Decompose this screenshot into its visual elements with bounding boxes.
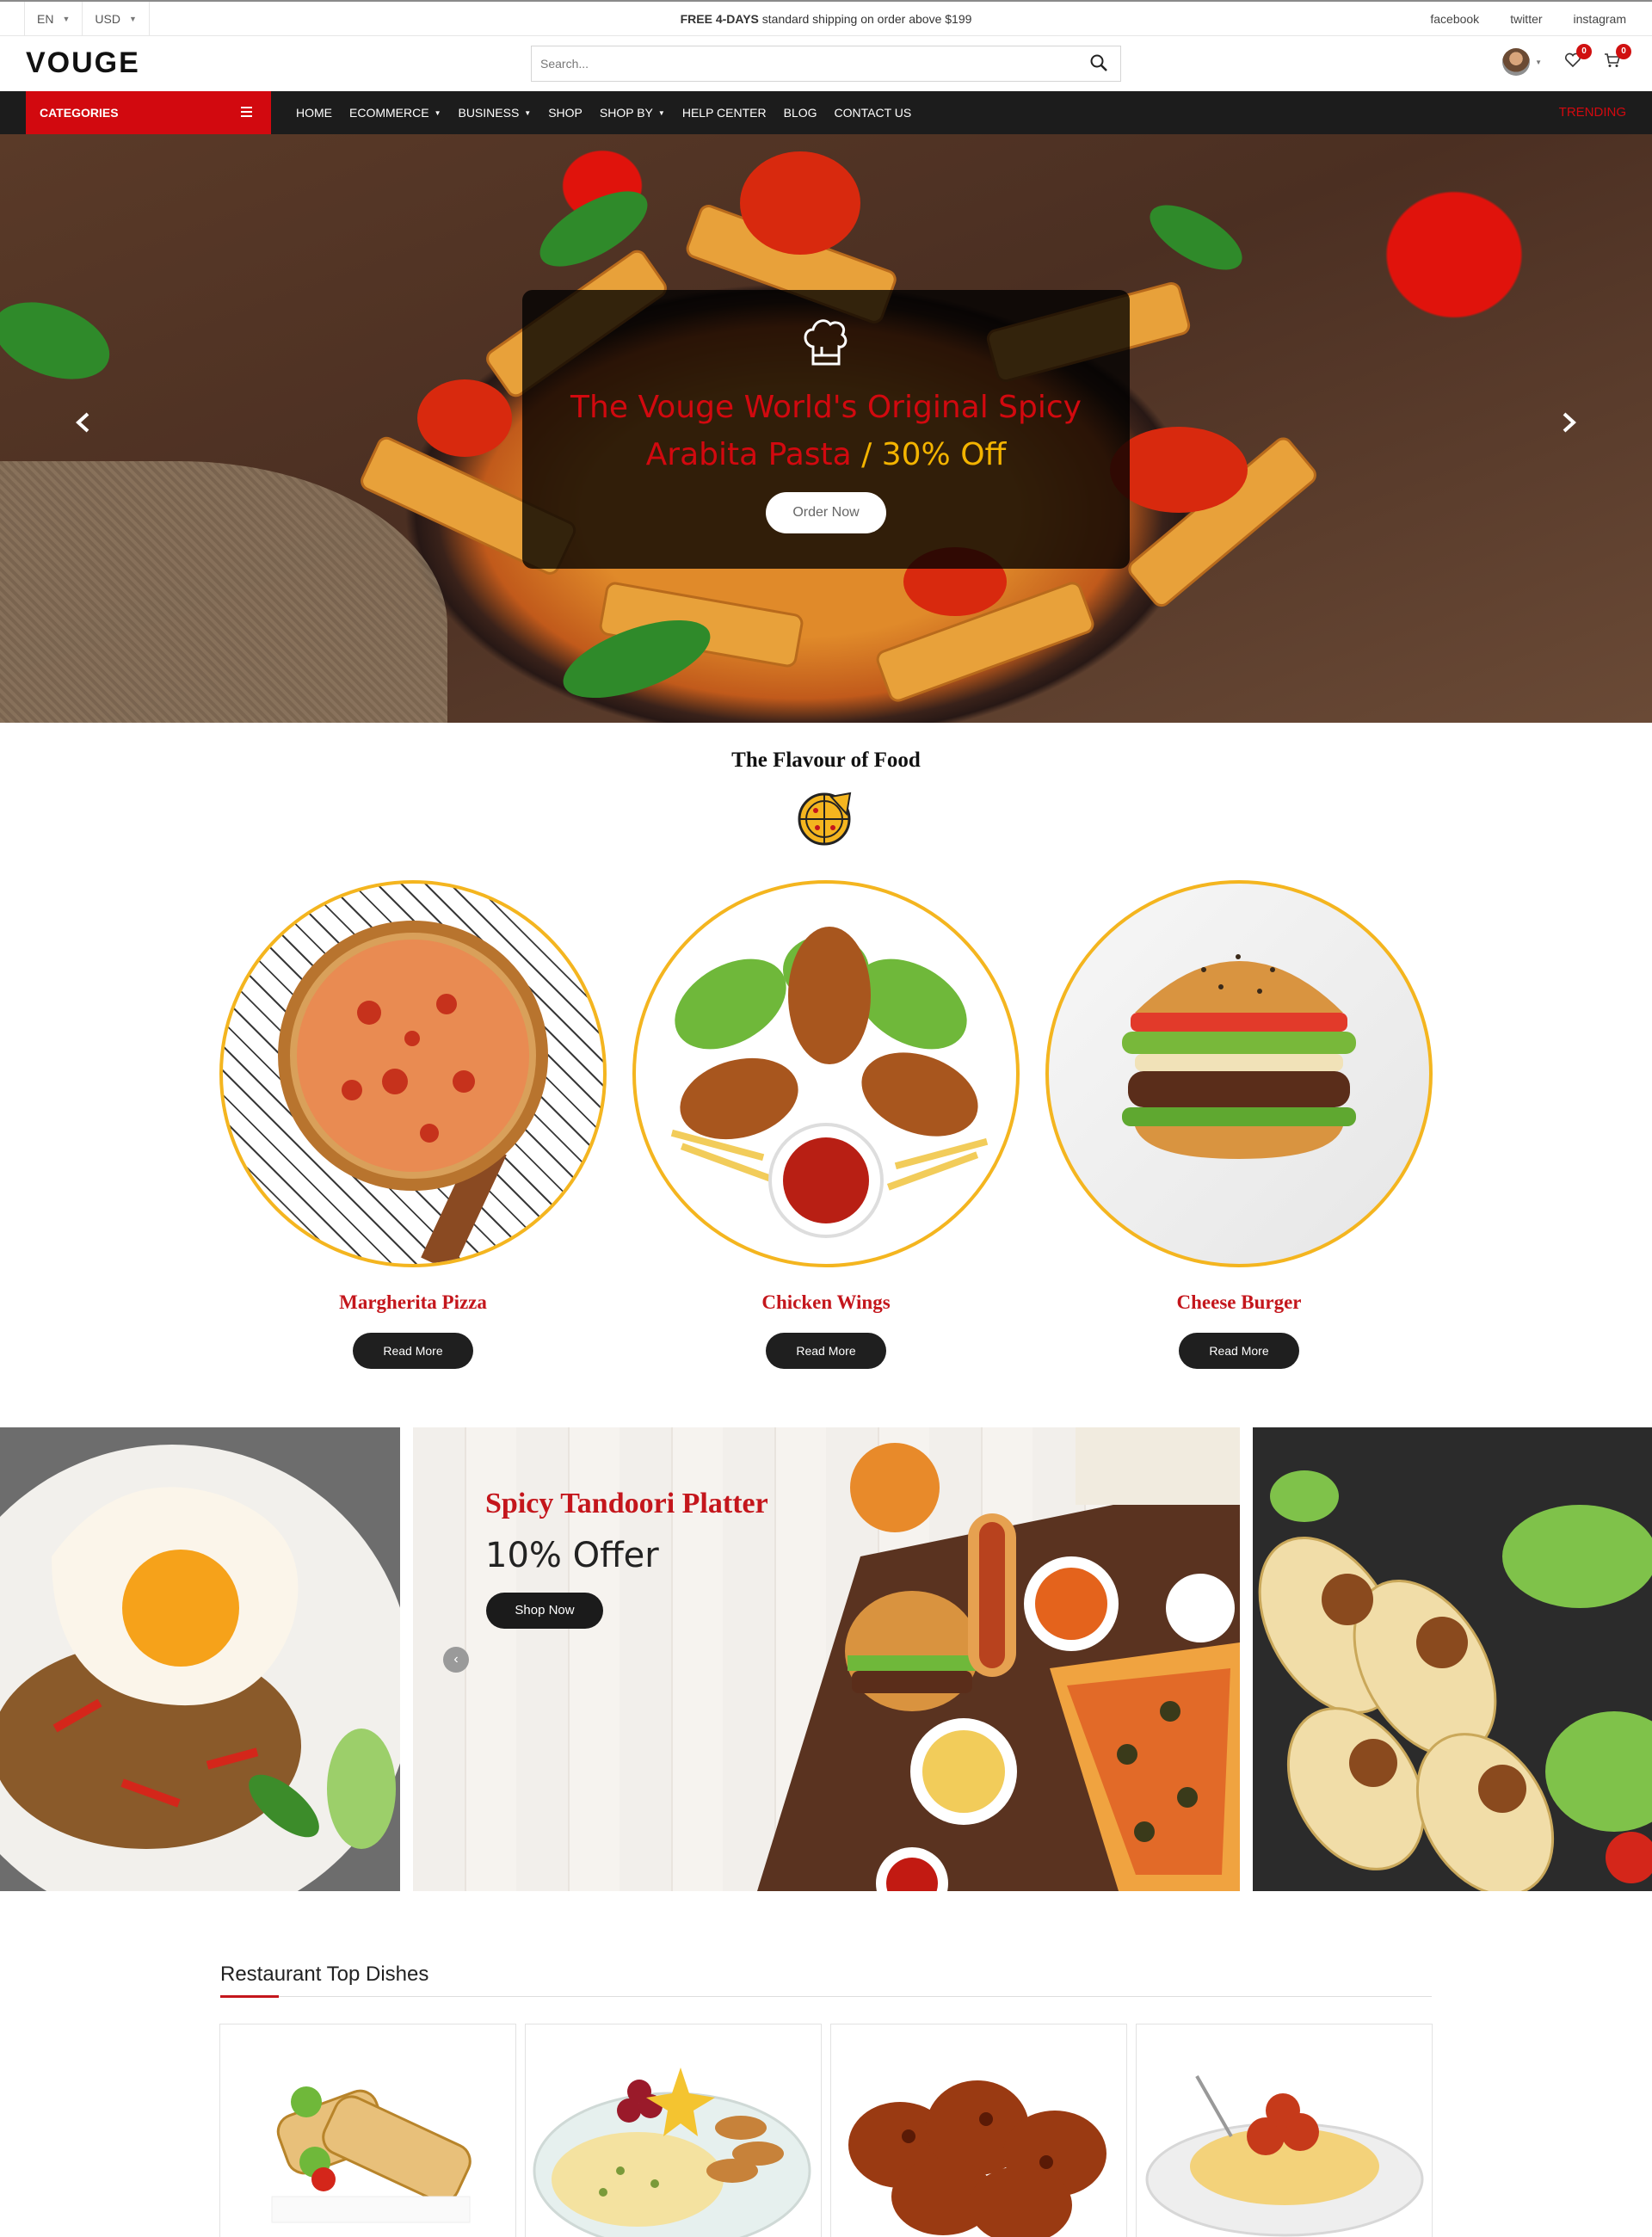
wishlist-button[interactable]: 0	[1564, 43, 1592, 72]
promo-banner: Spicy Tandoori Platter 10% Offer Shop No…	[413, 1427, 1240, 1891]
nav-item-label: ECOMMERCE	[349, 106, 429, 120]
language-value: EN	[37, 11, 54, 26]
nav-item-home[interactable]: HOME	[296, 106, 332, 120]
facebook-link[interactable]: facebook	[1430, 12, 1479, 26]
account-menu[interactable]: ▼	[1502, 48, 1542, 76]
nav-item-label: BLOG	[783, 106, 817, 120]
nav-item-label: SHOP	[548, 106, 583, 120]
chicken-wings-image	[632, 880, 1020, 1267]
nav-item-contact-us[interactable]: CONTACT US	[835, 106, 912, 120]
read-more-button[interactable]: Read More	[353, 1333, 473, 1369]
trending-link[interactable]: TRENDING	[1559, 105, 1626, 120]
product-card[interactable]	[830, 2024, 1127, 2237]
twitter-link[interactable]: twitter	[1510, 12, 1542, 26]
nav-item-label: SHOP BY	[599, 106, 653, 120]
order-now-button[interactable]: Order Now	[766, 492, 886, 533]
wrap-sandwich-image	[271, 2086, 472, 2223]
currency-value: USD	[95, 11, 120, 26]
product-card[interactable]	[525, 2024, 822, 2237]
currency-selector[interactable]: USD ▼	[83, 1, 150, 36]
dish-name: Margherita Pizza	[339, 1291, 487, 1313]
nav-item-help-center[interactable]: HELP CENTER	[682, 106, 767, 120]
hero-headline-line2: Arabita Pasta	[645, 437, 852, 472]
language-selector[interactable]: EN ▼	[24, 1, 83, 36]
hero-headline-line1: The Vouge World's Original Spicy	[570, 390, 1082, 425]
hero-offer: / 30% Off	[861, 437, 1007, 472]
hero-slider: The Vouge World's Original Spicy Arabita…	[0, 134, 1652, 723]
top-dishes-title: Restaurant Top Dishes	[220, 1963, 429, 1986]
site-logo[interactable]: VOUGE	[26, 46, 140, 80]
pizza-icon	[797, 790, 854, 851]
shipping-text: standard shipping on order above $199	[758, 11, 972, 26]
roast-chicken-image	[848, 2080, 1106, 2237]
search-icon[interactable]	[1089, 53, 1108, 77]
nav-item-label: HOME	[296, 106, 332, 120]
product-card[interactable]	[1136, 2024, 1433, 2237]
chef-hat-icon	[522, 314, 1130, 375]
dish-card: Chicken Wings Read More	[632, 880, 1020, 1369]
avatar[interactable]	[1502, 48, 1531, 76]
categories-label: CATEGORIES	[40, 106, 119, 120]
dish-card: Margherita Pizza Read More	[219, 880, 607, 1369]
nav-item-ecommerce[interactable]: ECOMMERCE ▼	[349, 106, 441, 120]
chevron-left-icon[interactable]: ‹	[443, 1647, 469, 1673]
wishlist-badge: 0	[1576, 43, 1592, 59]
omelette-platter-image	[533, 2068, 811, 2237]
hero-caption: The Vouge World's Original Spicy Arabita…	[522, 290, 1130, 569]
chevron-down-icon: ▼	[62, 14, 71, 23]
shop-now-button[interactable]: Shop Now	[486, 1593, 603, 1629]
search-box	[531, 46, 1121, 82]
product-card[interactable]	[219, 2024, 516, 2237]
pizza-image	[219, 880, 607, 1267]
instagram-link[interactable]: instagram	[1574, 12, 1626, 26]
site-header: VOUGE ▼ 0 0	[0, 36, 1652, 91]
chevron-down-icon: ▼	[1535, 58, 1542, 66]
spaghetti-meatballs-image	[1145, 2075, 1424, 2237]
social-links: facebook twitter instagram	[1430, 12, 1626, 26]
wraps-salad-image	[1253, 1427, 1652, 1891]
flavour-title: The Flavour of Food	[731, 749, 921, 772]
search-input[interactable]	[532, 46, 1048, 81]
dish-name: Chicken Wings	[761, 1291, 891, 1313]
fried-egg-rice-image	[0, 1427, 400, 1891]
cheese-burger-image	[1045, 880, 1433, 1267]
hero-headline: The Vouge World's Original Spicy Arabita…	[522, 384, 1130, 478]
nav-item-blog[interactable]: BLOG	[784, 106, 817, 120]
nav-item-shop-by[interactable]: SHOP BY ▼	[600, 106, 665, 120]
cart-badge: 0	[1616, 43, 1631, 59]
section-divider	[220, 1995, 1432, 1998]
nav-menu: HOME ECOMMERCE ▼ BUSINESS ▼ SHOP SHOP BY ▼ …	[296, 91, 911, 134]
banner-offer: 10% Offer	[485, 1536, 659, 1575]
chevron-left-icon[interactable]	[71, 410, 96, 435]
read-more-button[interactable]: Read More	[1179, 1333, 1299, 1369]
banner-title: Spicy Tandoori Platter	[485, 1488, 768, 1519]
chevron-down-icon: ▼	[434, 108, 441, 117]
read-more-button[interactable]: Read More	[766, 1333, 886, 1369]
chevron-down-icon: ▼	[128, 14, 137, 23]
main-nav: CATEGORIES HOME ECOMMERCE ▼ BUSINESS ▼ SHO…	[0, 91, 1652, 134]
nav-item-shop[interactable]: SHOP	[548, 106, 583, 120]
menu-icon	[241, 107, 252, 120]
cart-button[interactable]: 0	[1604, 43, 1631, 72]
nav-item-label: CONTACT US	[834, 106, 912, 120]
chevron-down-icon: ▼	[524, 108, 532, 117]
dish-name: Cheese Burger	[1176, 1291, 1302, 1313]
chevron-down-icon: ▼	[657, 108, 665, 117]
dish-card: Cheese Burger Read More	[1045, 880, 1433, 1369]
header-icons: ▼ 0 0	[1502, 43, 1631, 76]
chevron-right-icon[interactable]	[1556, 410, 1581, 435]
shipping-highlight: FREE 4-DAYS	[680, 11, 759, 26]
nav-item-label: BUSINESS	[458, 106, 520, 120]
nav-item-business[interactable]: BUSINESS ▼	[458, 106, 531, 120]
shipping-notice: FREE 4-DAYS standard shipping on order a…	[0, 12, 1652, 26]
nav-item-label: HELP CENTER	[681, 106, 767, 120]
categories-button[interactable]: CATEGORIES	[26, 91, 271, 134]
top-bar: EN ▼ USD ▼ FREE 4-DAYS standard shipping…	[0, 0, 1652, 36]
